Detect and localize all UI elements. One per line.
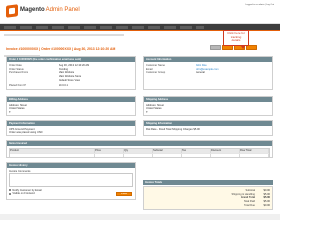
items-table-header: Product Price Qty Subtotal Tax Discount … bbox=[10, 149, 269, 153]
page-title: Invoice #1000000XX | Order #100000XXX | … bbox=[6, 47, 116, 51]
col-row-total: Row Total bbox=[240, 149, 269, 153]
customer-group-label: Customer Group bbox=[146, 71, 166, 75]
col-product: Product bbox=[10, 149, 95, 153]
visible-checkbox[interactable] bbox=[9, 192, 12, 195]
shipping-address-panel: Shipping Address Address: Street United … bbox=[143, 96, 273, 116]
shipping-line: T: bbox=[146, 110, 149, 114]
totals-panel: Subtotal $0.00 Shipping & Handling $5.00 G… bbox=[143, 186, 273, 210]
email-label: Email bbox=[146, 67, 153, 71]
order-date-label: Order Date bbox=[9, 64, 22, 68]
subtotal-value: $0.00 bbox=[263, 189, 271, 193]
totals-title: Invoice Totals bbox=[143, 180, 273, 185]
callout-arrow-icon bbox=[241, 46, 245, 49]
comments-panel: Invoice History Invoice Comments Notify … bbox=[6, 162, 136, 200]
total-due-value: $0.00 bbox=[263, 203, 271, 207]
customer-name-label: Customer Name bbox=[146, 64, 165, 68]
store-view-value: Default Store View bbox=[58, 78, 81, 82]
col-qty: Qty bbox=[124, 149, 153, 153]
total-paid-label: Total Paid bbox=[243, 200, 255, 204]
col-tax: Tax bbox=[182, 149, 211, 153]
table-cell bbox=[124, 154, 153, 157]
page-footer bbox=[0, 214, 280, 220]
table-cell bbox=[95, 154, 124, 157]
nav-menu-items[interactable] bbox=[4, 26, 204, 29]
submit-comment-button[interactable]: Submit Comment bbox=[116, 192, 132, 196]
back-button[interactable] bbox=[210, 45, 221, 50]
shipping-value: $5.00 bbox=[263, 192, 271, 196]
table-cell bbox=[10, 154, 95, 157]
shipping-method-text: Flat Rate - Fixed Total Shipping Charges… bbox=[146, 128, 200, 131]
order-info-panel: Order # 100000025 (the order confirmatio… bbox=[6, 56, 136, 90]
callout-line3: details bbox=[231, 38, 241, 43]
table-cell bbox=[211, 154, 240, 157]
customer-name-link[interactable]: John Doe bbox=[196, 64, 207, 67]
table-cell bbox=[182, 154, 211, 157]
user-line[interactable]: Logged in as admin | Log Out bbox=[184, 4, 274, 7]
order-date-value: Aug 30, 2013 12:10:20 AM bbox=[58, 64, 90, 68]
admin-header: MagentoAdmin Panel Logged in as admin | … bbox=[0, 0, 280, 24]
grand-total-label: Grand Total bbox=[240, 196, 255, 200]
magento-logo-icon[interactable] bbox=[6, 4, 18, 18]
placed-ip-value: 10.0.0.1 bbox=[58, 84, 68, 88]
total-paid-value: $5.00 bbox=[263, 200, 271, 204]
comment-textarea[interactable] bbox=[9, 173, 133, 188]
shipping-info-panel: Shipping Information Flat Rate - Fixed T… bbox=[143, 120, 273, 136]
tracking-callout: Click here for tracking details bbox=[223, 30, 249, 46]
placed-ip-label: Placed from IP bbox=[9, 84, 27, 88]
items-table: Product Price Qty Subtotal Tax Discount … bbox=[9, 148, 270, 158]
account-info-panel: Account Information Customer Name John Do… bbox=[143, 56, 273, 90]
payment-info-panel: Payment Information UPS Ground Payment O… bbox=[6, 120, 136, 136]
subtotal-label: Subtotal bbox=[245, 189, 255, 193]
col-subtotal: Subtotal bbox=[153, 149, 182, 153]
table-cell bbox=[153, 154, 182, 157]
total-due-label: Total Due bbox=[244, 203, 255, 207]
billing-line: T: bbox=[9, 110, 12, 114]
customer-group-value: General bbox=[195, 71, 205, 75]
order-status-label: Order Status bbox=[9, 67, 24, 71]
email-link[interactable]: john@example.com bbox=[196, 68, 219, 71]
store-value: Main Website Store bbox=[58, 75, 82, 79]
shipping-label: Shipping & Handling bbox=[231, 192, 255, 196]
order-status-value: Pending bbox=[58, 67, 69, 71]
col-discount: Discount bbox=[211, 149, 240, 153]
col-price: Price bbox=[95, 149, 124, 153]
breadcrumb bbox=[4, 34, 124, 36]
logo-name: Magento bbox=[20, 7, 45, 13]
items-panel: Items Invoiced Product Price Qty Subtota… bbox=[6, 140, 273, 158]
notify-checkbox[interactable] bbox=[9, 189, 12, 192]
table-row bbox=[10, 153, 269, 157]
logo-sub: Admin Panel bbox=[45, 7, 80, 13]
payment-currency-text: Order was placed using USD bbox=[9, 131, 43, 135]
table-cell bbox=[240, 154, 269, 157]
grand-total-value: $5.00 bbox=[263, 196, 271, 200]
purchased-from-label: Purchased From bbox=[9, 71, 29, 75]
notify-label: Notify Customer by Email bbox=[12, 188, 42, 192]
visible-label: Visible on Frontend bbox=[12, 192, 35, 196]
logo-text[interactable]: MagentoAdmin Panel bbox=[20, 7, 80, 13]
purchased-from-value: Main Website bbox=[58, 71, 75, 75]
billing-address-panel: Billing Address Address: Street United S… bbox=[6, 96, 136, 116]
